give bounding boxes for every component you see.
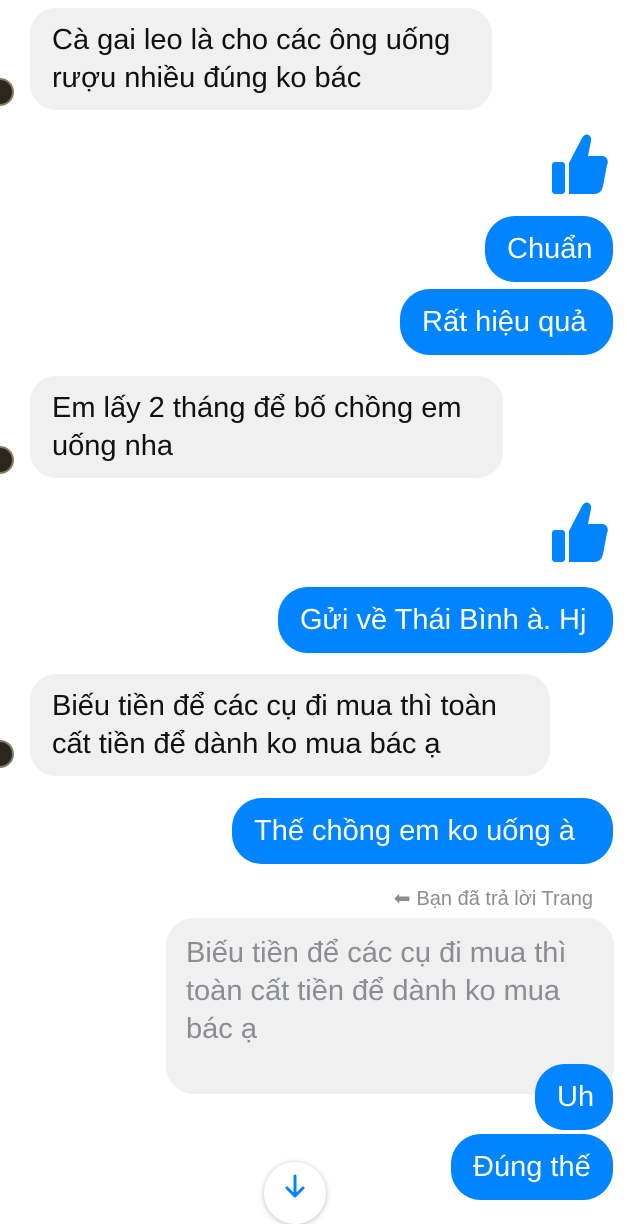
arrow-down-icon xyxy=(285,1174,305,1198)
outgoing-message[interactable]: Rất hiệu quả xyxy=(400,289,613,355)
outgoing-message[interactable]: Uh xyxy=(535,1064,613,1130)
thumbs-up-icon[interactable] xyxy=(552,132,608,194)
reply-arrow-icon: ⬅ xyxy=(393,888,411,910)
avatar[interactable] xyxy=(0,78,14,106)
reply-indicator: ⬅ Bạn đã trả lời Trang xyxy=(394,884,593,914)
scroll-to-bottom-button[interactable] xyxy=(264,1162,326,1224)
incoming-message[interactable]: Biếu tiền để các cụ đi mua thì toàn cất … xyxy=(30,674,550,776)
thumbs-up-icon[interactable] xyxy=(552,500,608,562)
incoming-message[interactable]: Em lấy 2 tháng để bố chồng em uống nha xyxy=(30,376,503,478)
avatar[interactable] xyxy=(0,446,14,474)
incoming-message[interactable]: Cà gai leo là cho các ông uống rượu nhiề… xyxy=(30,8,492,110)
avatar[interactable] xyxy=(0,740,14,768)
outgoing-message[interactable]: Chuẩn xyxy=(485,216,613,282)
quoted-message[interactable]: Biếu tiền để các cụ đi mua thì toàn cất … xyxy=(166,918,614,1094)
outgoing-message[interactable]: Thế chồng em ko uống à xyxy=(232,798,613,864)
outgoing-message[interactable]: Gửi về Thái Bình à. Hj xyxy=(278,587,613,653)
outgoing-message[interactable]: Đúng thế xyxy=(451,1134,613,1200)
reply-indicator-label: Bạn đã trả lời Trang xyxy=(416,888,593,910)
